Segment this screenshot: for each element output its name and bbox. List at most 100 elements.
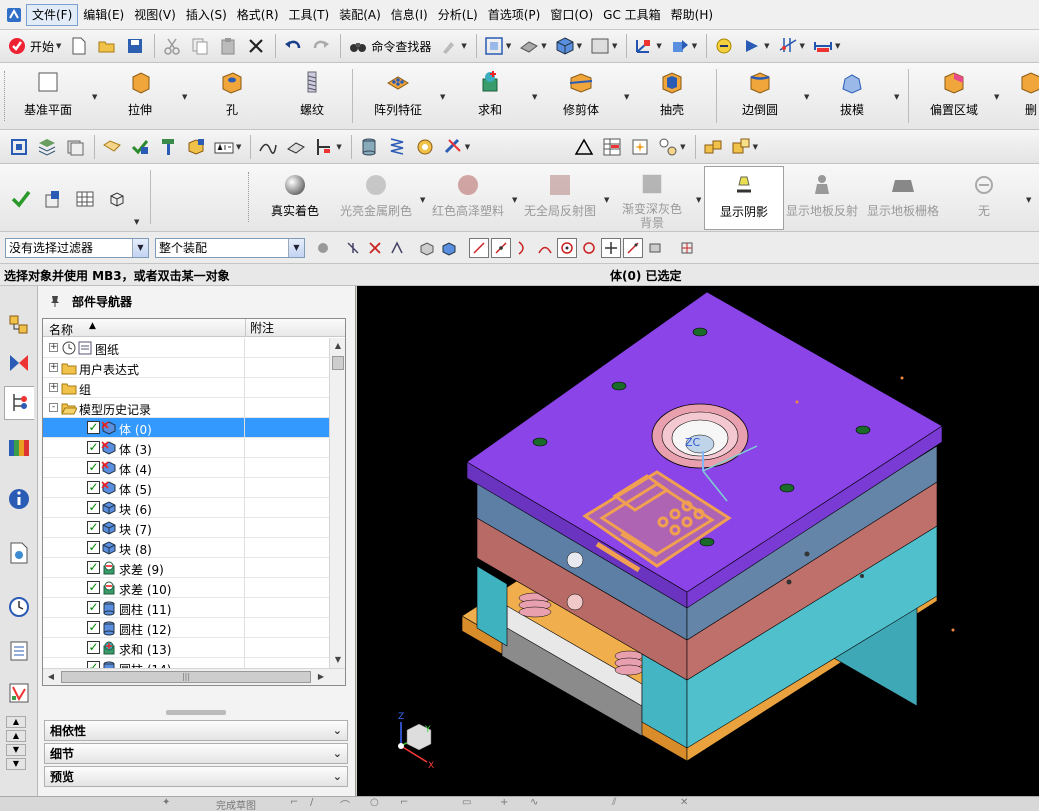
scroll-thumb[interactable] (332, 356, 344, 370)
draft-button[interactable]: 拔模 (832, 63, 872, 129)
menu-help[interactable]: 帮助(H) (666, 0, 718, 30)
snap-curve-button[interactable] (513, 238, 533, 258)
line-icon[interactable]: / (310, 797, 313, 808)
render-show-shadow[interactable]: 显示阴影 (704, 166, 784, 230)
chevron-down-icon[interactable]: ▼ (994, 93, 999, 101)
render-no-reflection[interactable]: 无全局反射图 (520, 166, 600, 230)
preview-section[interactable]: 预览 ⌄ (44, 766, 348, 787)
offset-icon[interactable]: ⫽ (612, 797, 616, 808)
column-note-header[interactable]: 附注 (245, 319, 274, 337)
delete-face-button[interactable]: 删 (1016, 63, 1039, 129)
move-button[interactable]: ▼ (667, 33, 700, 59)
measure-button[interactable]: ▼ (810, 33, 843, 59)
tb3-link-button[interactable]: ▼ (440, 134, 473, 160)
graphics-viewport[interactable]: ZC Z Y X (357, 286, 1039, 796)
copy-button[interactable] (187, 33, 213, 59)
offset-region-button[interactable]: 偏置区域 (924, 63, 984, 129)
circle-icon[interactable]: ○ (370, 797, 379, 808)
assembly-navigator-tab[interactable] (4, 308, 34, 342)
scroll-down-icon[interactable]: ▼ (6, 744, 26, 756)
roles-tab[interactable] (4, 676, 34, 710)
grid-button[interactable]: ▼ (775, 33, 808, 59)
scroll-down-icon[interactable]: ▼ (6, 758, 26, 770)
command-finder-button[interactable]: 命令查找器 (345, 33, 434, 59)
menu-window[interactable]: 窗口(O) (545, 0, 598, 30)
render-floor-reflection[interactable]: 显示地板反射 (786, 166, 858, 230)
snap-endpoint-button[interactable] (343, 238, 363, 258)
tb3-body-button[interactable] (183, 134, 209, 160)
mold-model-render[interactable]: ZC Z Y X (357, 286, 1039, 796)
tree-row[interactable]: ✓ 块 (6) (43, 498, 329, 518)
constraint-navigator-tab[interactable] (4, 346, 34, 380)
tb3-check-button[interactable] (127, 134, 153, 160)
fit-view-button[interactable]: ▼ (481, 33, 514, 59)
visibility-checkbox[interactable]: ✓ (87, 461, 100, 474)
chevron-down-icon[interactable]: ▼ (604, 196, 609, 204)
tb3-assy-button[interactable] (700, 134, 726, 160)
tb3-spring-button[interactable] (384, 134, 410, 160)
menu-information[interactable]: 信息(I) (386, 0, 433, 30)
menu-assembly[interactable]: 装配(A) (334, 0, 386, 30)
chevron-down-icon[interactable]: ▼ (624, 93, 629, 101)
finish-sketch-label[interactable]: 完成草图 (216, 797, 256, 811)
tree-row[interactable]: + 图纸 (43, 338, 329, 358)
chevron-down-icon[interactable]: ▼ (512, 196, 517, 204)
snap-on-curve-button[interactable] (623, 237, 643, 258)
extrude-button[interactable]: 拉伸 (118, 63, 162, 129)
view-triad[interactable]: Z Y X (398, 712, 434, 771)
redo-button[interactable] (308, 33, 334, 59)
render-none[interactable]: 无 (962, 166, 1006, 230)
undo-button[interactable] (280, 33, 306, 59)
panel-splitter[interactable] (166, 710, 226, 715)
tb3-triangle-button[interactable] (571, 134, 597, 160)
snap-tangent-button[interactable] (535, 238, 555, 258)
snap-midpoint-button[interactable] (491, 237, 511, 258)
tb3-frame-button[interactable] (6, 134, 32, 160)
tb3-circles-button[interactable]: ▼ (655, 134, 688, 160)
tb3-layers-button[interactable] (34, 134, 60, 160)
scroll-thumb[interactable]: ||| (61, 671, 311, 683)
tree-row[interactable]: ✓ 体 (0) (43, 418, 329, 438)
hd3d-tools-tab[interactable] (4, 482, 34, 516)
render-true-shading[interactable]: 真实着色 (264, 166, 326, 230)
app-logo-icon[interactable] (6, 7, 22, 23)
brush-button[interactable]: ▼ (436, 33, 469, 59)
finish-check-button[interactable] (8, 186, 34, 212)
datum-plane-button[interactable]: 基准平面 (18, 63, 78, 129)
tb3-cylinder-button[interactable] (356, 134, 382, 160)
draw-cube-button[interactable] (104, 186, 130, 212)
arc-icon[interactable]: ⌒ (340, 797, 350, 811)
tree-row[interactable]: ✓ 求差 (9) (43, 558, 329, 578)
visibility-checkbox[interactable]: ✓ (87, 601, 100, 614)
chevron-down-icon[interactable]: ▼ (894, 93, 899, 101)
save-button[interactable] (122, 33, 148, 59)
tb3-curve-button[interactable] (255, 134, 281, 160)
analysis-button[interactable] (711, 33, 737, 59)
web-browser-tab[interactable] (4, 536, 34, 570)
tree-row[interactable]: ✓ 块 (7) (43, 518, 329, 538)
cut-button[interactable] (159, 33, 185, 59)
tb3-layer-copy-button[interactable] (62, 134, 88, 160)
chevron-down-icon[interactable]: ▼ (420, 196, 425, 204)
paste-button[interactable] (215, 33, 241, 59)
visibility-checkbox[interactable]: ✓ (87, 441, 100, 454)
visibility-checkbox[interactable]: ✓ (87, 421, 100, 434)
tree-vertical-scrollbar[interactable]: ▲ ▼ (329, 338, 345, 668)
expand-icon[interactable]: + (49, 343, 58, 352)
menu-gc-toolbox[interactable]: GC 工具箱 (598, 0, 666, 30)
column-name-header[interactable]: 名称 (49, 321, 73, 338)
trim-icon[interactable]: ✕ (680, 797, 688, 808)
tree-row[interactable]: ✓ 体 (5) (43, 478, 329, 498)
trim-body-button[interactable]: 修剪体 (556, 63, 606, 129)
select-body-button[interactable] (417, 238, 437, 258)
tree-row[interactable]: ✓ 求和 (13) (43, 638, 329, 658)
select-face-button[interactable] (439, 238, 459, 258)
type-filter-select[interactable]: 没有选择过滤器 ▼ (5, 237, 149, 258)
hole-button[interactable]: 孔 (214, 63, 250, 129)
visibility-checkbox[interactable]: ✓ (87, 621, 100, 634)
menu-tools[interactable]: 工具(T) (284, 0, 335, 30)
tb3-gear-button[interactable] (412, 134, 438, 160)
spline-icon[interactable]: ∿ (530, 797, 538, 808)
tree-row[interactable]: ✓ 块 (8) (43, 538, 329, 558)
reuse-library-tab[interactable] (4, 430, 34, 464)
